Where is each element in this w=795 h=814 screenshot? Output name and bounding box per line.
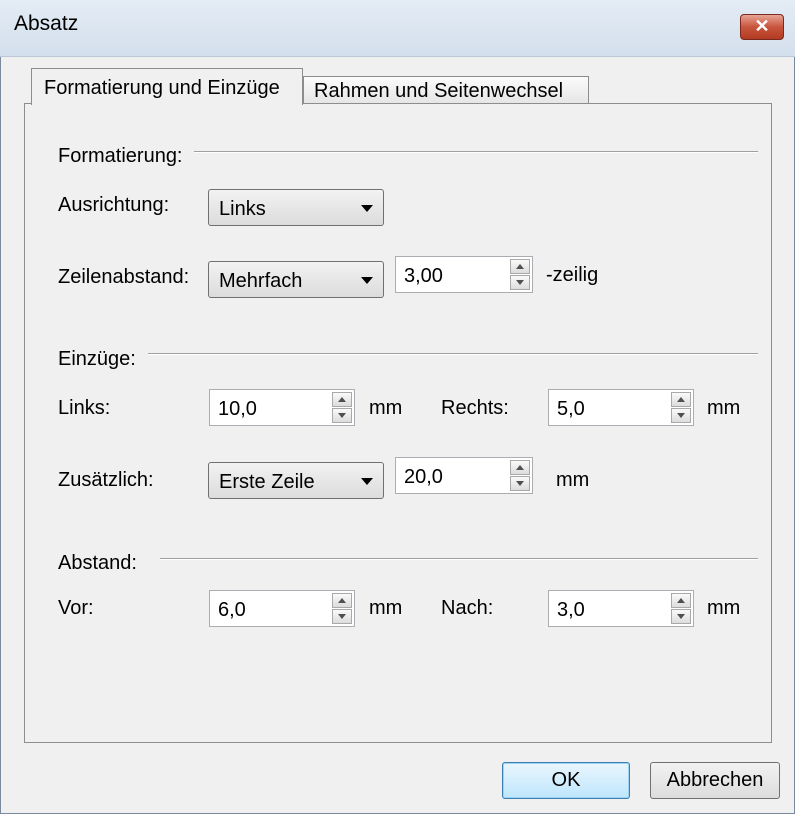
title-bar [0, 0, 795, 57]
line-spacing-mode-select[interactable]: Mehrfach [208, 261, 384, 298]
spacing-after-unit: mm [707, 597, 741, 619]
dialog-title: Absatz [14, 12, 79, 35]
tab-rahmen-und-seitenwechsel[interactable]: Rahmen und Seitenwechsel [303, 76, 589, 104]
stepper-down-icon[interactable] [671, 408, 691, 423]
spacing-before-stepper[interactable]: 6,0 [209, 590, 355, 627]
spacing-after-stepper[interactable]: 3,0 [548, 590, 694, 627]
indent-special-unit: mm [556, 469, 590, 491]
line-spacing-stepper[interactable]: 3,00 [395, 256, 533, 293]
stepper-down-icon[interactable] [510, 476, 530, 491]
stepper-up-icon[interactable] [510, 259, 530, 274]
close-icon: ✕ [754, 16, 770, 36]
alignment-select[interactable]: Links [208, 189, 384, 226]
group-separator [160, 558, 758, 560]
spacing-before-label: Vor: [58, 597, 94, 619]
chevron-down-icon [361, 478, 373, 485]
alignment-label: Ausrichtung: [58, 194, 170, 216]
indent-special-value: 20,0 [404, 466, 443, 488]
group-label-abstand: Abstand: [58, 552, 137, 574]
indent-left-value: 10,0 [218, 398, 257, 420]
stepper-down-icon[interactable] [671, 609, 691, 624]
stepper-up-icon[interactable] [332, 593, 352, 608]
indent-right-value: 5,0 [557, 398, 585, 420]
spacing-before-value: 6,0 [218, 599, 246, 621]
stepper-down-icon[interactable] [510, 275, 530, 290]
line-spacing-label: Zeilenabstand: [58, 266, 190, 288]
indent-right-label: Rechts: [441, 397, 509, 419]
indent-special-mode-select[interactable]: Erste Zeile [208, 462, 384, 499]
indent-left-stepper[interactable]: 10,0 [209, 389, 355, 426]
indent-special-stepper[interactable]: 20,0 [395, 457, 533, 494]
indent-right-stepper[interactable]: 5,0 [548, 389, 694, 426]
indent-right-unit: mm [707, 397, 741, 419]
alignment-value: Links [219, 198, 266, 220]
ok-button[interactable]: OK [502, 762, 630, 799]
close-button[interactable]: ✕ [740, 14, 784, 40]
line-spacing-value: 3,00 [404, 265, 443, 287]
spacing-after-label: Nach: [441, 597, 494, 619]
stepper-up-icon[interactable] [332, 392, 352, 407]
tab-formatierung-und-einzuege[interactable]: Formatierung und Einzüge [31, 68, 303, 105]
stepper-up-icon[interactable] [671, 392, 691, 407]
group-separator [148, 353, 758, 355]
group-label-einzuege: Einzüge: [58, 348, 136, 370]
line-spacing-unit: -zeilig [546, 264, 599, 286]
stepper-up-icon[interactable] [510, 460, 530, 475]
line-spacing-mode-value: Mehrfach [219, 270, 303, 292]
indent-special-label: Zusätzlich: [58, 469, 154, 491]
group-label-formatierung: Formatierung: [58, 145, 183, 167]
spacing-after-value: 3,0 [557, 599, 585, 621]
stepper-up-icon[interactable] [671, 593, 691, 608]
chevron-down-icon [361, 205, 373, 212]
cancel-button[interactable]: Abbrechen [650, 762, 780, 799]
stepper-down-icon[interactable] [332, 408, 352, 423]
indent-special-mode-value: Erste Zeile [219, 471, 315, 493]
stepper-down-icon[interactable] [332, 609, 352, 624]
group-separator [194, 151, 758, 153]
indent-left-unit: mm [369, 397, 403, 419]
indent-left-label: Links: [58, 397, 111, 419]
chevron-down-icon [361, 277, 373, 284]
spacing-before-unit: mm [369, 597, 403, 619]
